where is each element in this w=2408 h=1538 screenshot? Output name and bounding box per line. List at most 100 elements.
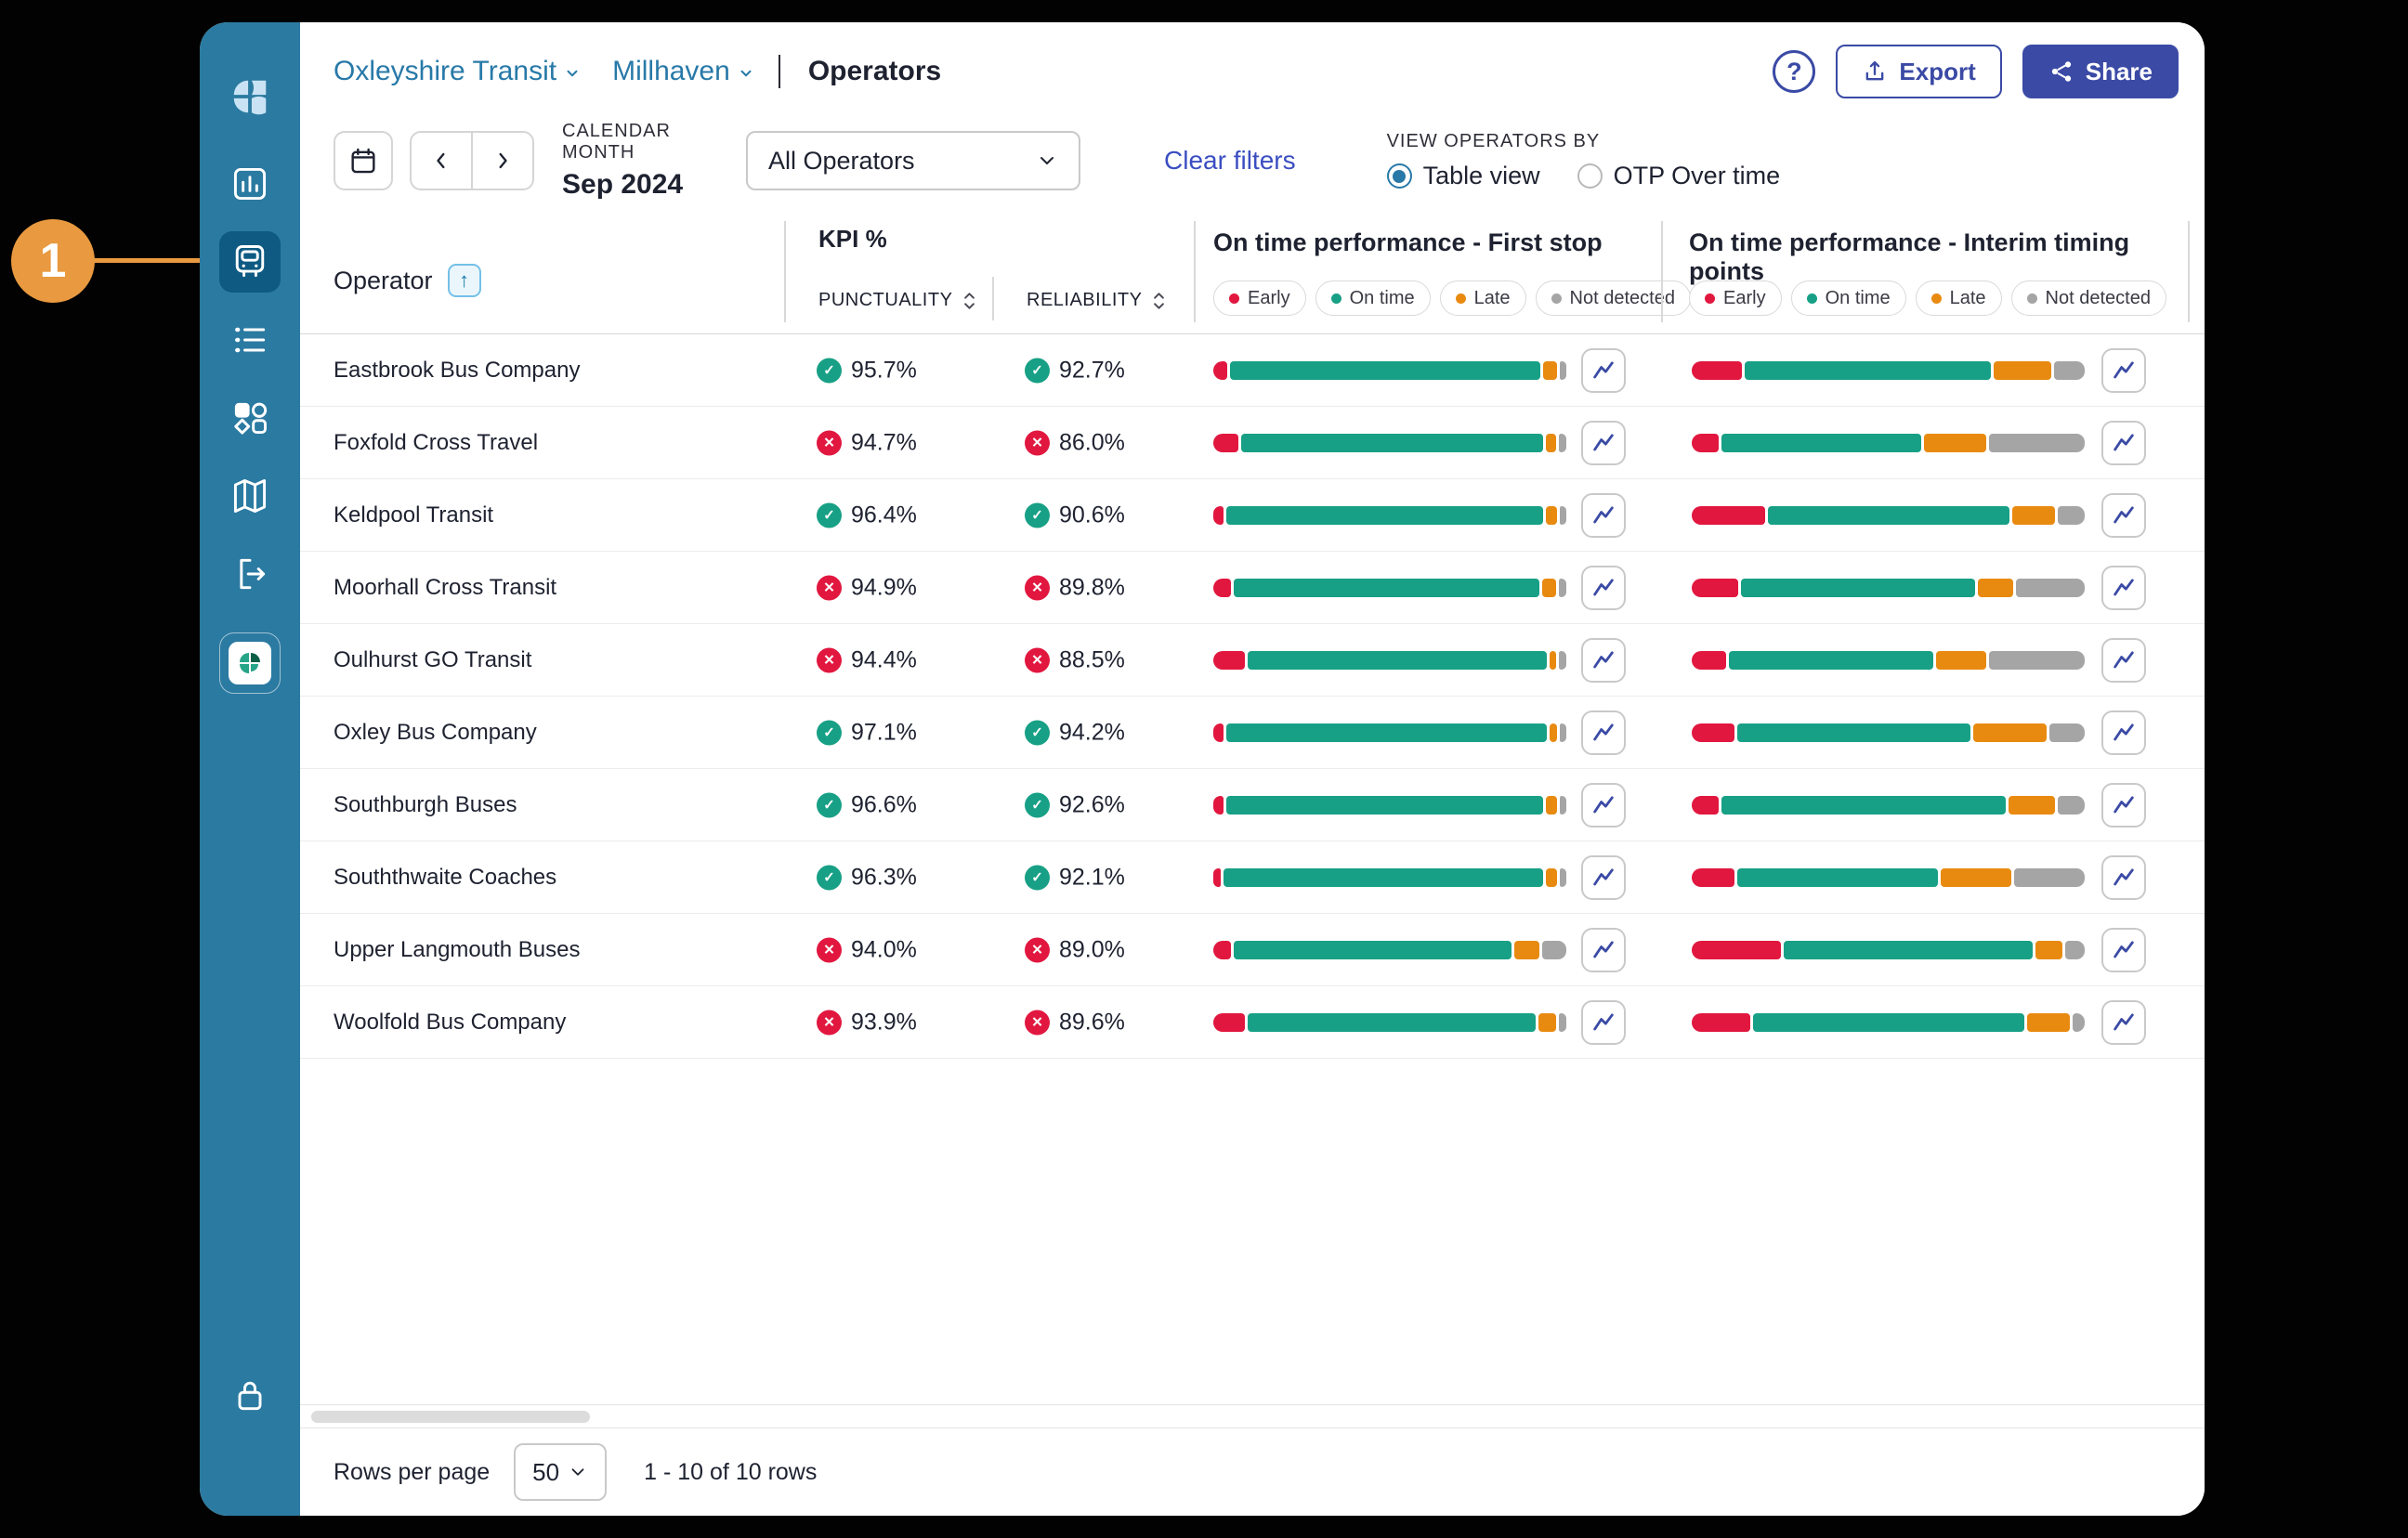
bar-segment bbox=[1692, 506, 1765, 525]
bar-segment bbox=[1692, 1013, 1750, 1032]
sidebar-item-operators[interactable] bbox=[219, 231, 281, 293]
column-divider bbox=[1661, 221, 1663, 322]
sort-ascending-button[interactable]: ↑ bbox=[448, 264, 481, 297]
punctuality-column-header[interactable]: PUNCTUALITY bbox=[818, 290, 977, 311]
interim-column-header: On time performance - Interim timing poi… bbox=[1689, 228, 2205, 286]
first-stop-bar bbox=[1213, 941, 1566, 959]
first-stop-bar bbox=[1213, 361, 1566, 380]
logo-icon bbox=[229, 75, 271, 118]
first-stop-trend-button[interactable] bbox=[1581, 855, 1626, 900]
interim-trend-button[interactable] bbox=[2101, 493, 2146, 538]
bar-segment bbox=[1936, 651, 1986, 670]
first-stop-bar bbox=[1213, 723, 1566, 742]
interim-trend-button[interactable] bbox=[2101, 928, 2146, 972]
bar-segment bbox=[1692, 941, 1781, 959]
calendar-button[interactable] bbox=[334, 131, 393, 190]
sidebar-item-app-switcher[interactable] bbox=[219, 632, 281, 694]
reliability-value: 92.1% bbox=[1059, 864, 1125, 891]
first-stop-trend-button[interactable] bbox=[1581, 566, 1626, 610]
interim-trend-button[interactable] bbox=[2101, 348, 2146, 393]
interim-trend-button[interactable] bbox=[2101, 855, 2146, 900]
sidebar-item-list[interactable] bbox=[229, 319, 270, 360]
breadcrumb-region[interactable]: Millhaven bbox=[612, 56, 754, 87]
interim-bar bbox=[1692, 651, 2085, 670]
first-stop-trend-button[interactable] bbox=[1581, 1000, 1626, 1045]
radio-otp-label: OTP Over time bbox=[1614, 162, 1781, 190]
table-row[interactable]: Upper Langmouth Buses ✕ 94.0% ✕ 89.0% bbox=[300, 914, 2205, 986]
first-stop-trend-button[interactable] bbox=[1581, 421, 1626, 465]
reliability-value: 88.5% bbox=[1059, 646, 1125, 673]
punctuality-value: 94.9% bbox=[851, 574, 917, 601]
bar-segment bbox=[1729, 651, 1932, 670]
first-stop-trend-button[interactable] bbox=[1581, 348, 1626, 393]
next-month-button[interactable] bbox=[473, 133, 532, 189]
first-stop-trend-button[interactable] bbox=[1581, 928, 1626, 972]
rows-per-page-select[interactable]: 50 bbox=[514, 1443, 607, 1501]
rows-per-page-value: 50 bbox=[532, 1458, 559, 1487]
bar-segment bbox=[1213, 868, 1221, 887]
table-row[interactable]: Southburgh Buses ✓ 96.6% ✓ 92.6% bbox=[300, 769, 2205, 841]
bar-segment bbox=[1989, 651, 2086, 670]
export-button[interactable]: Export bbox=[1836, 45, 2001, 98]
reliability-cell: ✕ 86.0% bbox=[1025, 429, 1125, 456]
first-stop-trend-button[interactable] bbox=[1581, 638, 1626, 683]
first-stop-trend-button[interactable] bbox=[1581, 783, 1626, 828]
bar-segment bbox=[1692, 651, 1726, 670]
table-row[interactable]: Foxfold Cross Travel ✕ 94.7% ✕ 86.0% bbox=[300, 407, 2205, 479]
table-row[interactable]: Souththwaite Coaches ✓ 96.3% ✓ 92.1% bbox=[300, 841, 2205, 914]
sidebar-item-logout[interactable] bbox=[229, 554, 270, 594]
clear-filters-link[interactable]: Clear filters bbox=[1164, 146, 1296, 176]
share-button[interactable]: Share bbox=[2022, 45, 2179, 98]
legend-label: Not detected bbox=[1570, 288, 1675, 309]
reliability-value: 89.6% bbox=[1059, 1009, 1125, 1036]
interim-trend-button[interactable] bbox=[2101, 566, 2146, 610]
table-row[interactable]: Keldpool Transit ✓ 96.4% ✓ 90.6% bbox=[300, 479, 2205, 552]
interim-trend-button[interactable] bbox=[2101, 783, 2146, 828]
page-title: Operators bbox=[808, 56, 941, 87]
legend-dot bbox=[1551, 293, 1562, 304]
horizontal-scrollbar[interactable] bbox=[300, 1404, 2205, 1428]
bar-segment bbox=[1692, 579, 1738, 597]
punctuality-cell: ✓ 96.3% bbox=[817, 864, 917, 891]
interim-trend-button[interactable] bbox=[2101, 1000, 2146, 1045]
radio-table-view-label: Table view bbox=[1423, 162, 1540, 190]
previous-month-button[interactable] bbox=[412, 133, 473, 189]
sidebar-item-widgets[interactable] bbox=[229, 398, 270, 438]
radio-otp-over-time[interactable]: OTP Over time bbox=[1577, 162, 1781, 190]
bar-segment bbox=[1745, 361, 1991, 380]
operator-filter-select[interactable]: All Operators bbox=[746, 131, 1080, 190]
sidebar-item-analytics[interactable] bbox=[229, 163, 270, 204]
legend-pill: On time bbox=[1791, 280, 1906, 316]
radio-table-view[interactable]: Table view bbox=[1387, 162, 1540, 190]
interim-trend-button[interactable] bbox=[2101, 421, 2146, 465]
table-row[interactable]: Moorhall Cross Transit ✕ 94.9% ✕ 89.8% bbox=[300, 552, 2205, 624]
legend-dot bbox=[1931, 293, 1942, 304]
bar-segment bbox=[1737, 723, 1970, 742]
table-row[interactable]: Oulhurst GO Transit ✕ 94.4% ✕ 88.5% bbox=[300, 624, 2205, 697]
interim-trend-button[interactable] bbox=[2101, 638, 2146, 683]
first-stop-trend-button[interactable] bbox=[1581, 493, 1626, 538]
table-row[interactable]: Eastbrook Bus Company ✓ 95.7% ✓ 92.7% bbox=[300, 334, 2205, 407]
first-stop-bar bbox=[1213, 651, 1566, 670]
reliability-column-header[interactable]: RELIABILITY bbox=[1027, 290, 1167, 311]
interim-trend-button[interactable] bbox=[2101, 710, 2146, 755]
breadcrumb-org[interactable]: Oxleyshire Transit bbox=[334, 56, 581, 87]
sparkline-icon bbox=[2111, 647, 2137, 673]
reliability-cell: ✓ 94.2% bbox=[1025, 719, 1125, 746]
sidebar-item-lock[interactable] bbox=[229, 1375, 270, 1415]
table-row[interactable]: Oxley Bus Company ✓ 97.1% ✓ 94.2% bbox=[300, 697, 2205, 769]
punctuality-header-label: PUNCTUALITY bbox=[818, 290, 952, 311]
help-button[interactable]: ? bbox=[1773, 50, 1815, 93]
sidebar-item-map[interactable] bbox=[229, 476, 270, 516]
first-stop-trend-button[interactable] bbox=[1581, 710, 1626, 755]
reliability-cell: ✕ 89.8% bbox=[1025, 574, 1125, 601]
scrollbar-thumb[interactable] bbox=[311, 1411, 590, 1423]
legend-pill: Not detected bbox=[2011, 280, 2166, 316]
legend-interim: EarlyOn timeLateNot detected bbox=[1689, 280, 2166, 316]
bar-segment bbox=[1546, 434, 1556, 452]
map-icon bbox=[229, 476, 270, 516]
table-row[interactable]: Woolfold Bus Company ✕ 93.9% ✕ 89.6% bbox=[300, 986, 2205, 1059]
legend-label: On time bbox=[1826, 288, 1891, 309]
sparkline-icon bbox=[1590, 792, 1616, 818]
radio-selected-icon bbox=[1387, 163, 1412, 189]
